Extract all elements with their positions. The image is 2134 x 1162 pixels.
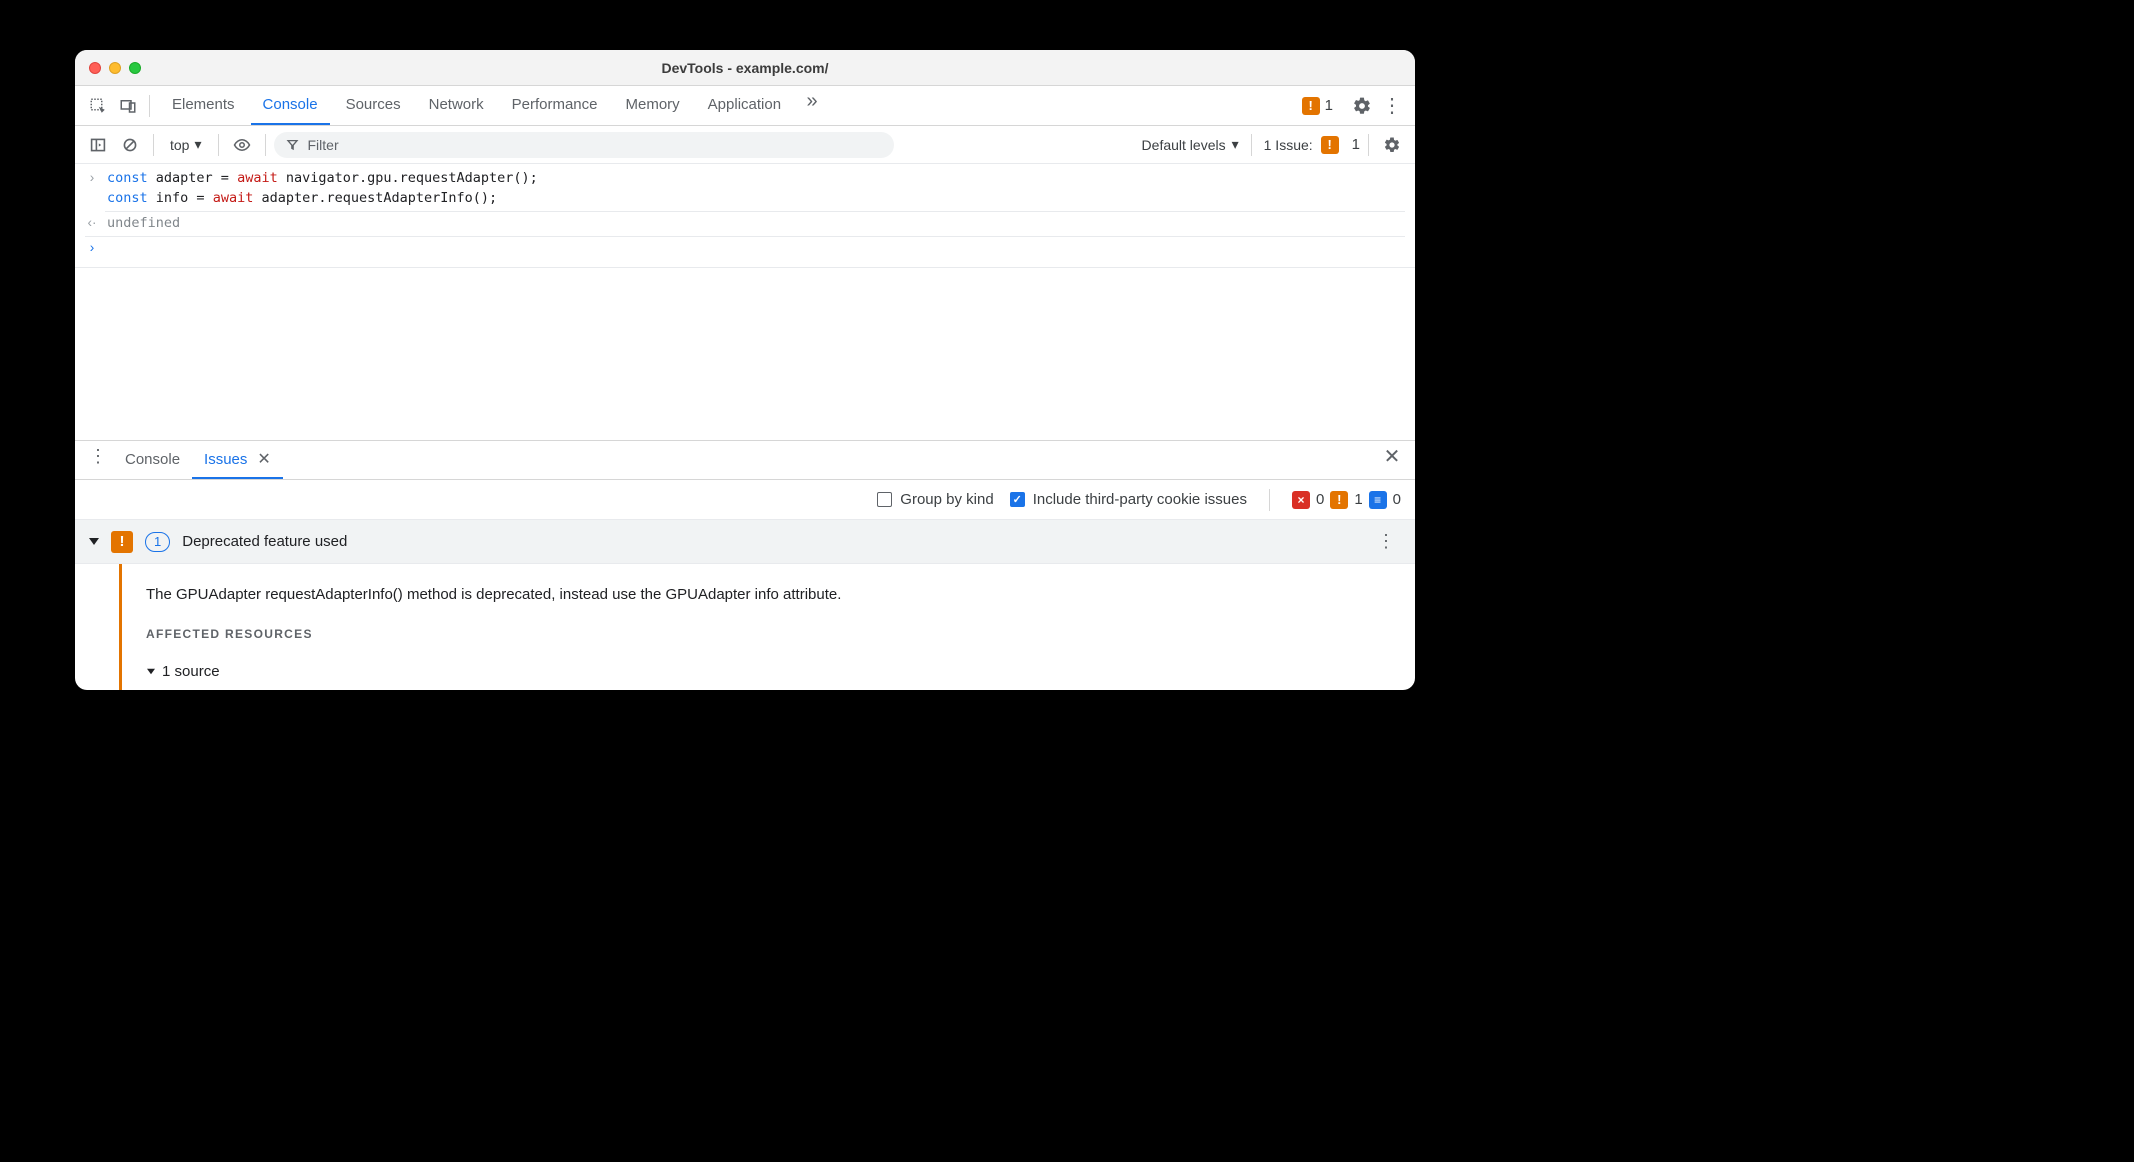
console-output[interactable]: › const adapter = await navigator.gpu.re…: [75, 164, 1415, 268]
warning-count: 1: [1325, 97, 1333, 114]
filter-icon: [286, 138, 299, 151]
expand-toggle-icon: [147, 669, 155, 675]
chevron-down-icon: ▾: [194, 136, 201, 153]
issues-options-bar: Group by kind Include third-party cookie…: [75, 480, 1415, 520]
main-toolbar: Elements Console Sources Network Perform…: [75, 86, 1415, 126]
issue-header[interactable]: ! 1 Deprecated feature used ⋮: [75, 520, 1415, 564]
warning-count: 1: [1354, 491, 1362, 508]
levels-label: Default levels: [1142, 137, 1226, 153]
kebab-menu-icon[interactable]: ⋮: [1377, 91, 1407, 121]
separator: [105, 211, 1405, 212]
divider: [153, 134, 154, 156]
issue-detail: The GPUAdapter requestAdapterInfo() meth…: [119, 564, 1415, 690]
tab-network[interactable]: Network: [417, 86, 496, 125]
result-text: undefined: [107, 215, 180, 231]
console-input-line: const info = await adapter.requestAdapte…: [85, 188, 1405, 208]
window-title: DevTools - example.com/: [75, 60, 1415, 76]
tab-performance[interactable]: Performance: [500, 86, 610, 125]
divider: [265, 134, 266, 156]
clear-console-icon[interactable]: [115, 130, 145, 160]
console-settings-icon[interactable]: [1377, 130, 1407, 160]
tab-sources[interactable]: Sources: [334, 86, 413, 125]
console-toolbar: top ▾ Filter Default levels ▾ 1 Issue: !…: [75, 126, 1415, 164]
inspect-element-icon[interactable]: [83, 91, 113, 121]
drawer-tab-issues[interactable]: Issues ✕: [192, 441, 283, 479]
code-text: const info = await adapter.requestAdapte…: [107, 190, 497, 206]
error-icon: ×: [1292, 491, 1310, 509]
issues-label: 1 Issue:: [1264, 137, 1313, 153]
issue-counts: × 0 ! 1 ≡ 0: [1292, 491, 1401, 509]
console-prompt[interactable]: ›: [85, 238, 1405, 257]
live-expression-icon[interactable]: [227, 130, 257, 160]
settings-icon[interactable]: [1347, 91, 1377, 121]
info-icon: ≡: [1369, 491, 1387, 509]
issue-title: Deprecated feature used: [182, 533, 1359, 550]
checkbox-label: Include third-party cookie issues: [1033, 491, 1247, 508]
divider: [1269, 489, 1270, 511]
drawer-toolbar: ⋮ Console Issues ✕ ✕: [75, 440, 1415, 480]
affected-resources-heading: AFFECTED RESOURCES: [146, 627, 1395, 641]
tab-memory[interactable]: Memory: [614, 86, 692, 125]
issues-count: 1: [1352, 136, 1360, 153]
prompt-icon: ›: [85, 240, 99, 255]
warning-icon: !: [111, 531, 133, 553]
result-icon: ‹·: [85, 215, 99, 230]
console-input-line: › const adapter = await navigator.gpu.re…: [85, 168, 1405, 188]
context-label: top: [170, 137, 189, 153]
issue-message: The GPUAdapter requestAdapterInfo() meth…: [146, 584, 1395, 605]
device-toolbar-icon[interactable]: [113, 91, 143, 121]
issues-link[interactable]: 1 Issue: ! 1: [1260, 136, 1360, 154]
log-levels-selector[interactable]: Default levels ▾: [1138, 136, 1243, 153]
tab-application[interactable]: Application: [696, 86, 793, 125]
error-count: 0: [1316, 491, 1324, 508]
close-drawer-icon[interactable]: ✕: [1377, 441, 1407, 471]
tab-console[interactable]: Console: [251, 86, 330, 125]
context-selector[interactable]: top ▾: [162, 136, 210, 153]
divider: [149, 95, 150, 117]
source-count: 1 source: [162, 663, 220, 680]
drawer-tab-console[interactable]: Console: [113, 441, 192, 479]
code-text: const adapter = await navigator.gpu.requ…: [107, 170, 538, 186]
issue-count-chip: 1: [145, 532, 170, 552]
issues-counter[interactable]: ! 1: [1302, 97, 1333, 115]
tab-elements[interactable]: Elements: [160, 86, 247, 125]
checkbox-icon: [877, 492, 892, 507]
close-tab-icon[interactable]: ✕: [257, 449, 270, 469]
filter-placeholder: Filter: [308, 137, 339, 153]
divider: [1368, 134, 1369, 156]
drawer-menu-icon[interactable]: ⋮: [83, 441, 113, 471]
checkbox-label: Group by kind: [900, 491, 993, 508]
warning-icon: !: [1330, 491, 1348, 509]
console-result-line: ‹· undefined: [85, 213, 1405, 233]
separator: [85, 236, 1405, 237]
filter-input[interactable]: Filter: [274, 132, 894, 158]
issue-menu-icon[interactable]: ⋮: [1371, 527, 1401, 557]
main-tabs: Elements Console Sources Network Perform…: [160, 86, 827, 125]
toggle-sidebar-icon[interactable]: [83, 130, 113, 160]
checkbox-icon: [1010, 492, 1025, 507]
divider: [1251, 134, 1252, 156]
titlebar: DevTools - example.com/: [75, 50, 1415, 86]
expand-toggle-icon[interactable]: [89, 538, 99, 545]
prompt-icon: ›: [85, 170, 99, 185]
divider: [218, 134, 219, 156]
chevron-down-icon: ▾: [1232, 136, 1239, 153]
info-count: 0: [1393, 491, 1401, 508]
devtools-window: DevTools - example.com/ Elements Console…: [75, 50, 1415, 690]
warning-icon: !: [1302, 97, 1320, 115]
more-tabs-icon[interactable]: »: [797, 86, 827, 116]
warning-icon: !: [1321, 136, 1339, 154]
group-by-kind-checkbox[interactable]: Group by kind: [877, 491, 993, 508]
third-party-checkbox[interactable]: Include third-party cookie issues: [1010, 491, 1247, 508]
source-toggle[interactable]: 1 source: [146, 663, 1395, 680]
